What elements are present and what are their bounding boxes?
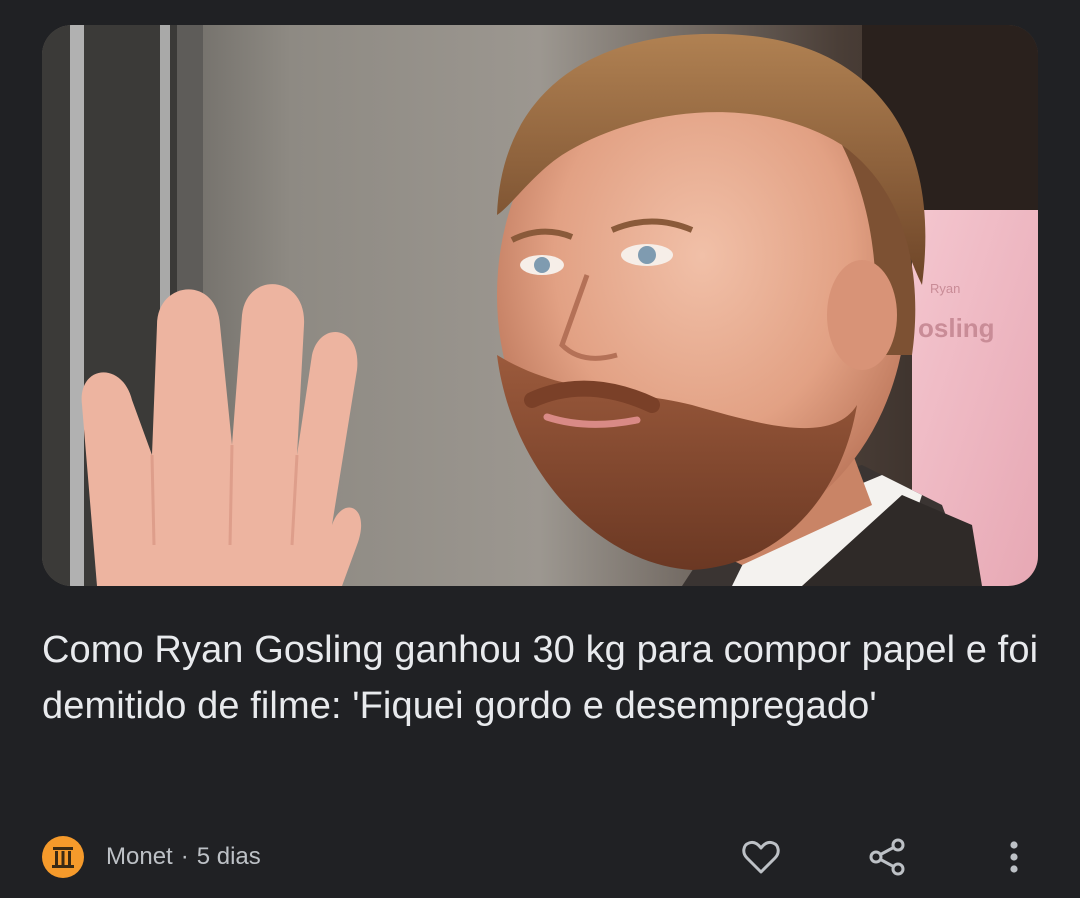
meta-text: Monet · 5 dias (106, 843, 261, 871)
sign-text: osling (918, 313, 995, 343)
publisher-name[interactable]: Monet (106, 843, 173, 871)
share-button[interactable] (862, 832, 912, 882)
more-options-button[interactable] (989, 832, 1039, 882)
article-meta: Monet · 5 dias (42, 834, 261, 880)
heart-icon (742, 840, 780, 874)
photo-illustration: Ryan osling (42, 25, 1038, 586)
news-card[interactable]: Ryan osling Como Ryan Gosling ganhou 30 … (0, 0, 1080, 898)
article-age: 5 dias (196, 843, 261, 870)
article-image[interactable]: Ryan osling (42, 25, 1038, 586)
like-button[interactable] (736, 832, 786, 882)
sign-text-top: Ryan (930, 281, 960, 296)
article-headline[interactable]: Como Ryan Gosling ganhou 30 kg para comp… (42, 622, 1042, 734)
meta-separator: · (180, 843, 189, 870)
share-icon (869, 838, 905, 876)
publisher-logo-icon (42, 836, 84, 878)
more-vertical-icon (1010, 841, 1018, 873)
